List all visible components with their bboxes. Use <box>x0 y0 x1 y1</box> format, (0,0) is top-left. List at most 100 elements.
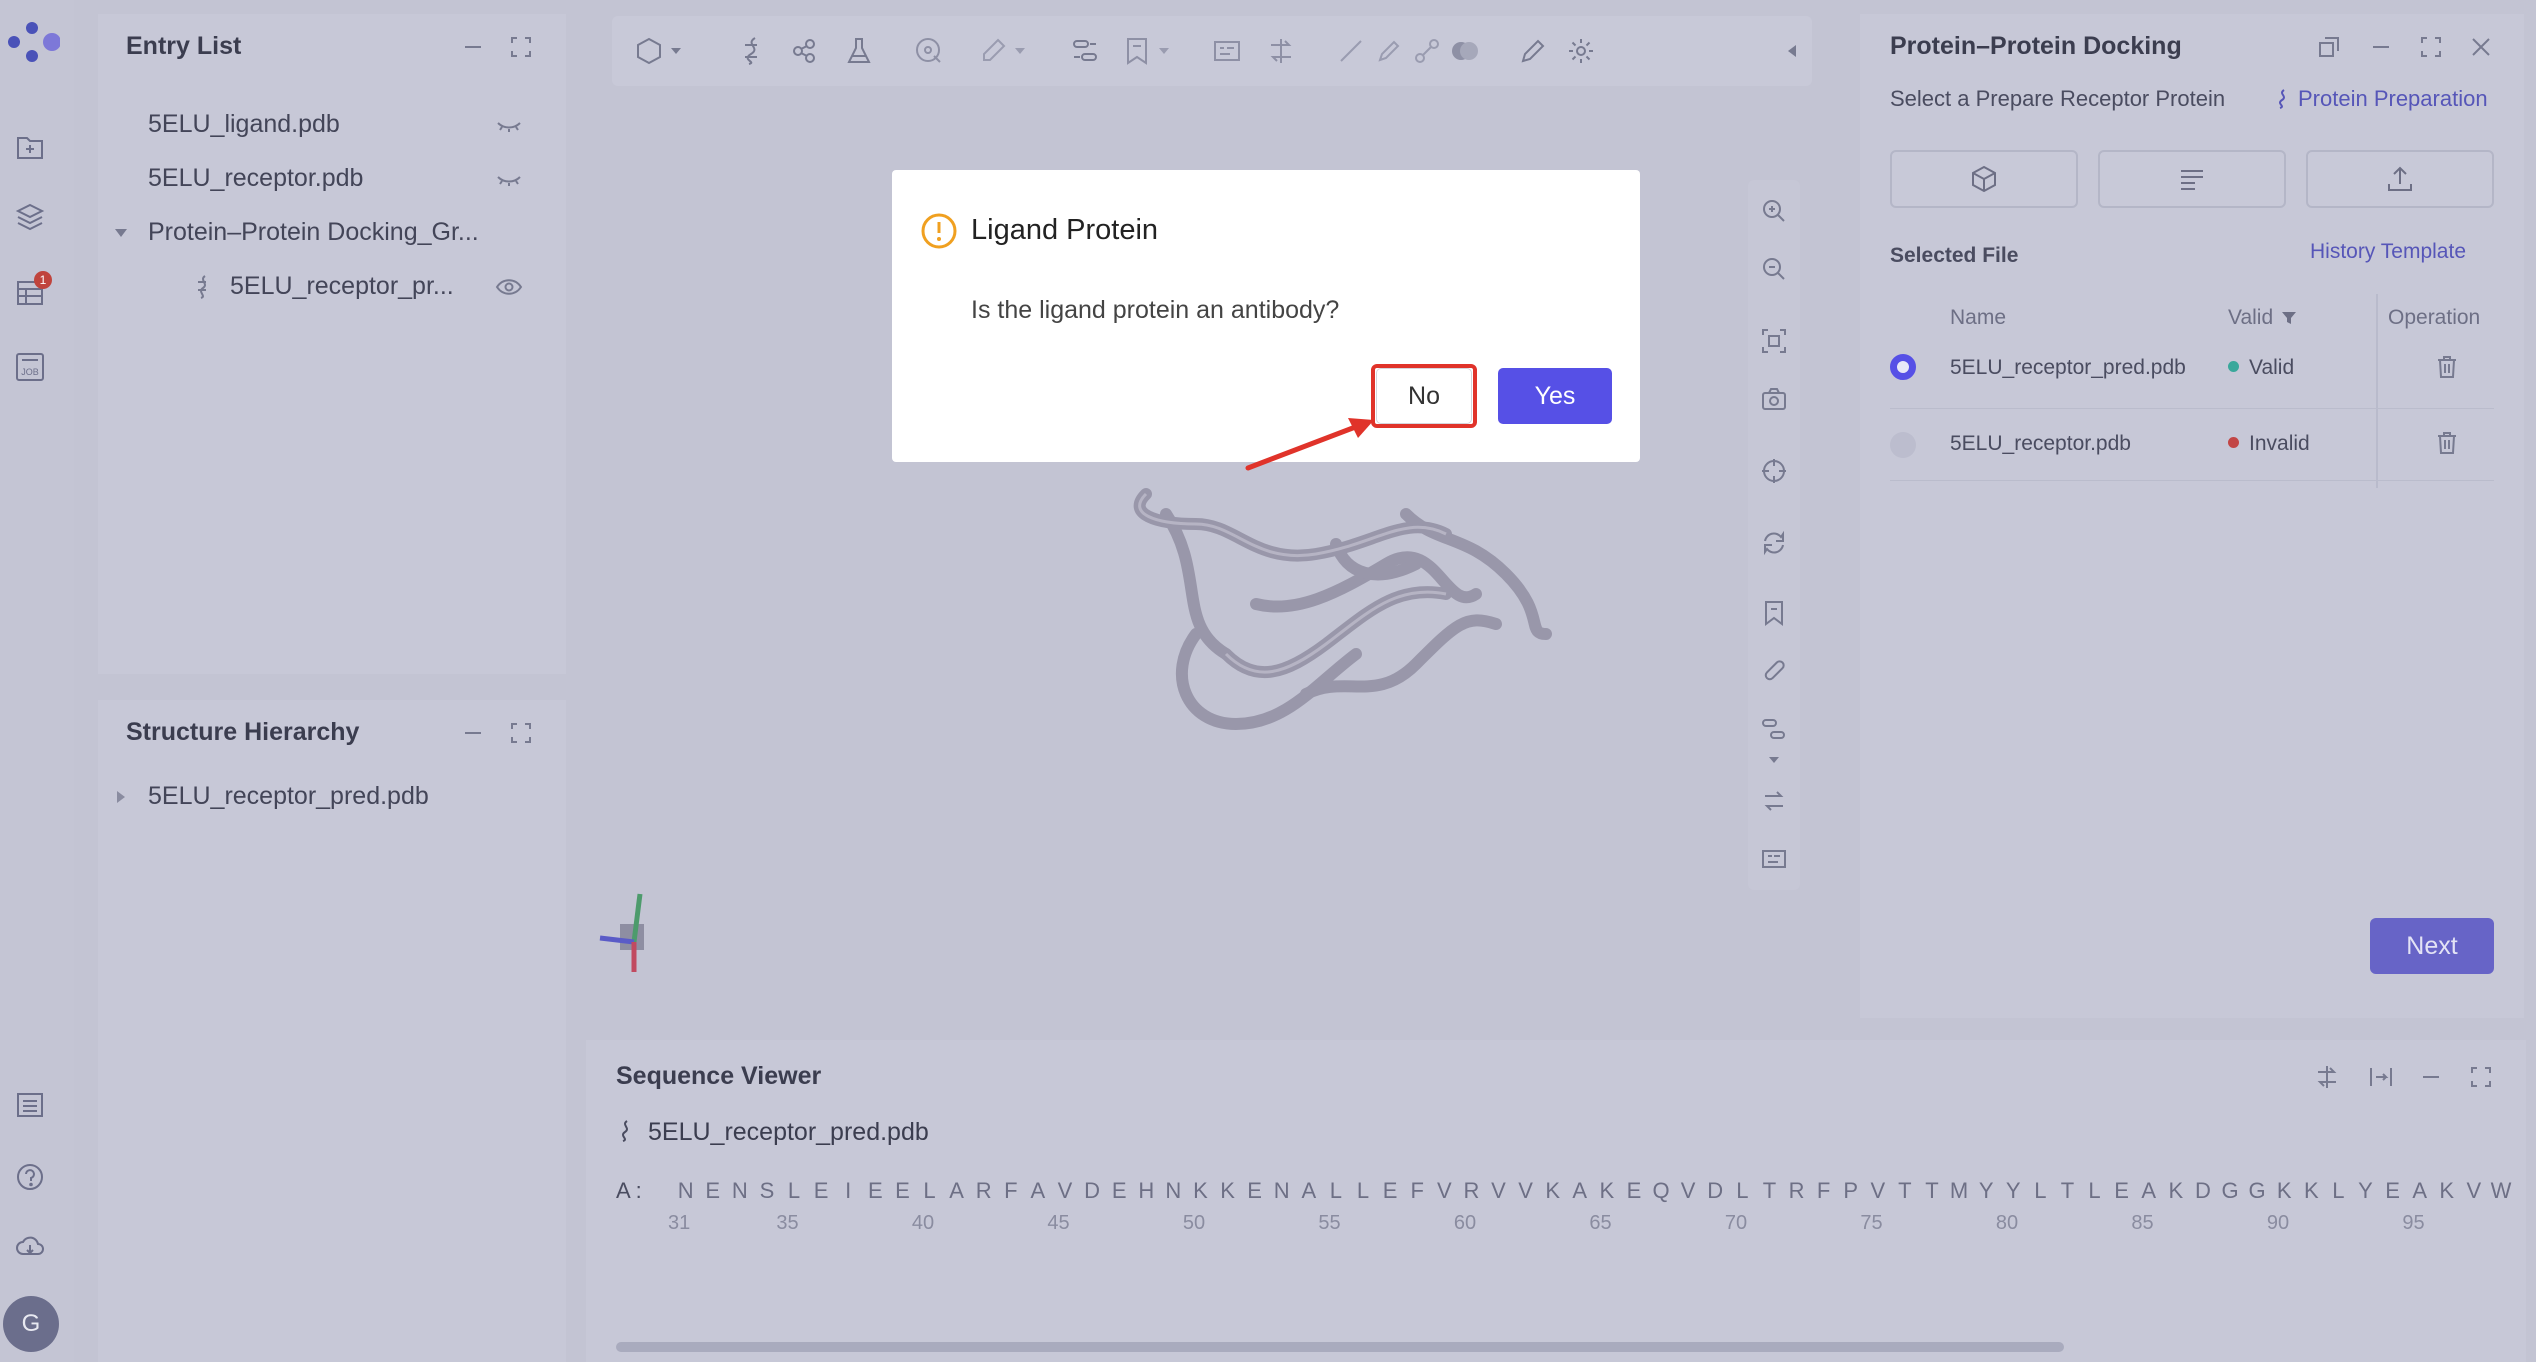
trash-icon[interactable] <box>2432 352 2462 382</box>
molecule-icon[interactable] <box>788 34 822 68</box>
residue[interactable]: S <box>753 1178 780 1204</box>
new-file-icon[interactable] <box>13 130 47 164</box>
residue[interactable]: A <box>1295 1178 1322 1204</box>
select-list-button[interactable] <box>2098 150 2286 208</box>
align-columns-icon[interactable] <box>2366 1062 2396 1092</box>
job-icon[interactable]: JOB <box>13 350 47 384</box>
eraser-icon[interactable] <box>976 34 1010 68</box>
residue[interactable]: L <box>781 1178 808 1204</box>
residue[interactable]: L <box>2027 1178 2054 1204</box>
maximize-icon[interactable] <box>506 32 536 62</box>
align-icon[interactable] <box>1068 34 1102 68</box>
next-button[interactable]: Next <box>2370 918 2494 974</box>
residue[interactable]: R <box>1458 1178 1485 1204</box>
select-structure-button[interactable] <box>1890 150 2078 208</box>
residue[interactable]: A <box>2406 1178 2433 1204</box>
center-icon[interactable] <box>1757 454 1791 488</box>
row-radio-selected[interactable] <box>1890 354 1916 380</box>
residue[interactable]: D <box>2189 1178 2216 1204</box>
residue[interactable]: G <box>2216 1178 2243 1204</box>
residue[interactable]: Q <box>1648 1178 1675 1204</box>
minimize-icon[interactable] <box>2366 32 2396 62</box>
entry-item[interactable]: 5ELU_receptor_pr... <box>230 272 454 301</box>
line-tool-icon[interactable] <box>1334 34 1368 68</box>
residue[interactable]: P <box>1837 1178 1864 1204</box>
gear-icon[interactable] <box>1564 34 1598 68</box>
chevron-down-icon[interactable] <box>1156 34 1172 68</box>
caret-down-icon[interactable] <box>106 218 136 248</box>
caret-right-icon[interactable] <box>106 782 136 812</box>
zoom-in-icon[interactable] <box>1757 194 1791 228</box>
residue[interactable]: K <box>2162 1178 2189 1204</box>
eye-open-icon[interactable] <box>494 272 524 302</box>
row-radio[interactable] <box>1890 432 1916 458</box>
residue-sequence[interactable]: A : NENSLEIEELARFAVDEHNKKENALLEFVRVVKAKE… <box>616 1178 2515 1204</box>
residue[interactable]: R <box>1783 1178 1810 1204</box>
entry-item[interactable]: 5ELU_receptor.pdb <box>148 164 363 193</box>
minimize-icon[interactable] <box>458 718 488 748</box>
residue[interactable]: V <box>2460 1178 2487 1204</box>
transfer-icon[interactable] <box>1264 34 1298 68</box>
residue[interactable]: K <box>2433 1178 2460 1204</box>
residue[interactable]: E <box>1106 1178 1133 1204</box>
residue[interactable]: L <box>1729 1178 1756 1204</box>
residue[interactable]: E <box>2379 1178 2406 1204</box>
residue[interactable]: R <box>970 1178 997 1204</box>
table-icon[interactable]: 1 <box>13 271 52 310</box>
residue[interactable]: G <box>2244 1178 2271 1204</box>
transfer-icon[interactable] <box>2312 1062 2342 1092</box>
residue[interactable]: Y <box>2352 1178 2379 1204</box>
residue[interactable]: N <box>1160 1178 1187 1204</box>
upload-button[interactable] <box>2306 150 2494 208</box>
protein-preparation-link[interactable]: Protein Preparation <box>2274 86 2488 112</box>
fit-view-icon[interactable] <box>1757 324 1791 358</box>
entry-item[interactable]: 5ELU_ligand.pdb <box>148 110 340 139</box>
pop-out-icon[interactable] <box>2314 32 2344 62</box>
residue[interactable]: V <box>1864 1178 1891 1204</box>
residue[interactable]: K <box>2271 1178 2298 1204</box>
residue[interactable]: V <box>1431 1178 1458 1204</box>
residue[interactable]: H <box>1133 1178 1160 1204</box>
horizontal-scrollbar[interactable] <box>616 1342 2064 1352</box>
chevron-down-icon[interactable] <box>668 34 684 68</box>
eye-closed-icon[interactable] <box>494 110 524 140</box>
flask-icon[interactable] <box>842 34 876 68</box>
edit-icon[interactable] <box>1516 34 1550 68</box>
residue[interactable]: A <box>943 1178 970 1204</box>
help-icon[interactable] <box>13 1160 47 1194</box>
residue[interactable]: V <box>1512 1178 1539 1204</box>
minimize-icon[interactable] <box>2416 1062 2446 1092</box>
residue[interactable]: F <box>1404 1178 1431 1204</box>
zoom-out-icon[interactable] <box>1757 252 1791 286</box>
residue[interactable]: F <box>1810 1178 1837 1204</box>
residue[interactable]: A <box>2135 1178 2162 1204</box>
trash-icon[interactable] <box>2432 428 2462 458</box>
surface-map-icon[interactable] <box>1757 842 1791 876</box>
residue[interactable]: E <box>862 1178 889 1204</box>
maximize-icon[interactable] <box>2416 32 2446 62</box>
residue[interactable]: I <box>835 1178 862 1204</box>
residue[interactable]: L <box>1349 1178 1376 1204</box>
residue[interactable]: D <box>1079 1178 1106 1204</box>
residue[interactable]: T <box>2054 1178 2081 1204</box>
residue[interactable]: E <box>889 1178 916 1204</box>
maximize-icon[interactable] <box>2466 1062 2496 1092</box>
link-tool-icon[interactable] <box>1410 34 1444 68</box>
align-icon[interactable] <box>1757 712 1791 746</box>
bookmark-icon[interactable] <box>1120 34 1154 68</box>
residue[interactable]: E <box>1377 1178 1404 1204</box>
cloud-icon[interactable] <box>13 1230 47 1264</box>
residue[interactable]: E <box>2108 1178 2135 1204</box>
residue[interactable]: E <box>699 1178 726 1204</box>
target-cursor-icon[interactable] <box>912 34 946 68</box>
residue[interactable]: K <box>1214 1178 1241 1204</box>
residue[interactable]: D <box>1702 1178 1729 1204</box>
history-template-link[interactable]: History Template <box>2310 240 2466 264</box>
residue[interactable]: K <box>1539 1178 1566 1204</box>
residue[interactable]: K <box>1187 1178 1214 1204</box>
eye-closed-icon[interactable] <box>494 164 524 194</box>
helix-icon[interactable] <box>734 34 768 68</box>
chevron-down-icon[interactable] <box>1757 752 1791 768</box>
residue[interactable]: A <box>1024 1178 1051 1204</box>
filter-icon[interactable] <box>2281 310 2297 326</box>
